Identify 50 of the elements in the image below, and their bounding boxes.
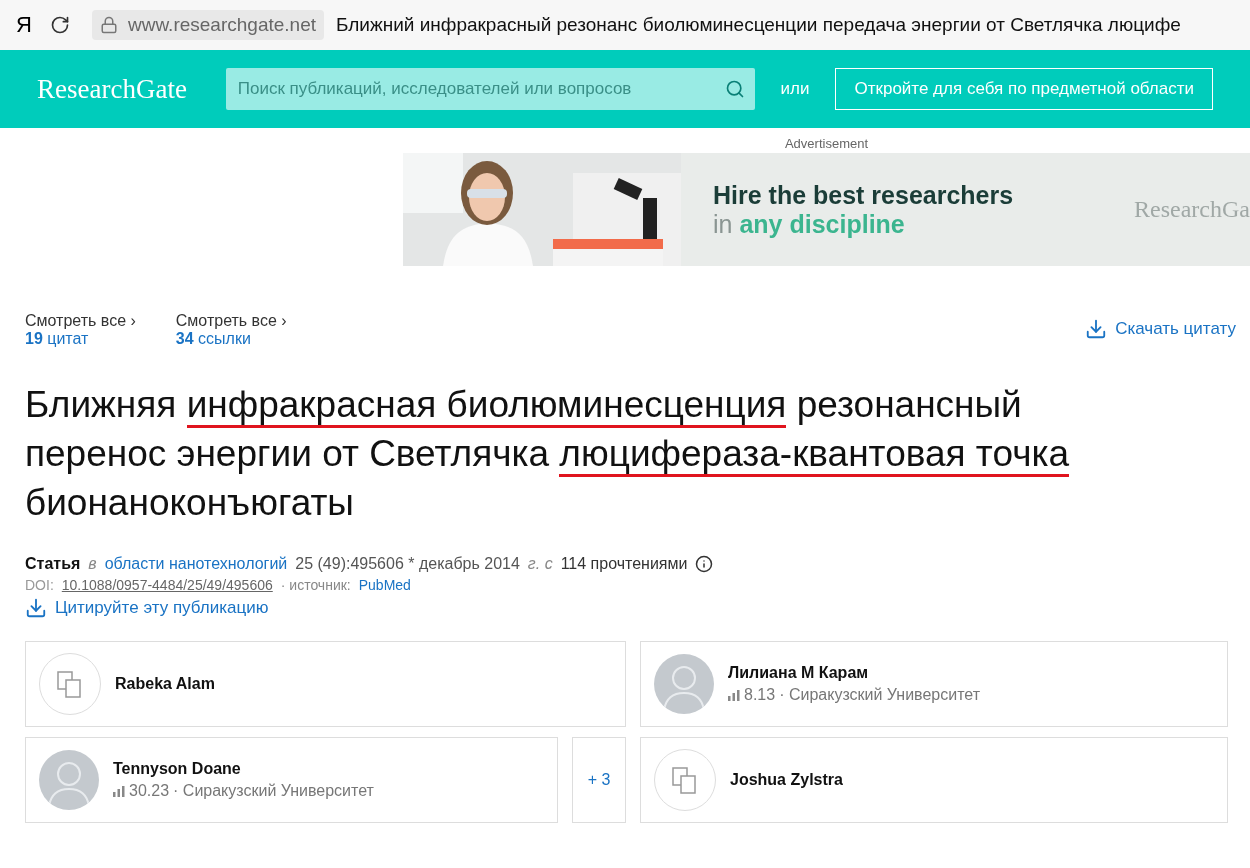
more-authors-button[interactable]: + 3 [572, 737, 626, 823]
search-field[interactable]: Поиск публикаций, исследователей или вопросов [225, 68, 755, 110]
journal-link[interactable]: области нанотехнологий [104, 555, 288, 573]
ad-headline: Hire the best researchers [713, 180, 1015, 210]
download-icon [1085, 318, 1108, 340]
author-name: Rabeka Alam [115, 675, 215, 693]
avatar [39, 750, 99, 810]
author-affiliation: · Сиракузский Университет [779, 686, 980, 704]
author-card[interactable]: Tennyson Doane 30.23 · Сиракузский Университет [25, 737, 558, 823]
author-name: Joshua Zylstra [730, 771, 843, 789]
article-type: Статья [25, 555, 81, 573]
ad-banner[interactable]: Hire the best researchers in any discipline ResearchGa [403, 153, 1250, 266]
year-suffix: г. с [527, 555, 553, 573]
source-label: · источник: [280, 577, 351, 593]
issue-info: 25 (49):495606 * декабрь 2014 [295, 555, 520, 573]
author-score: 30.23 [129, 782, 170, 800]
lock-icon [100, 16, 118, 34]
page-title: Ближний инфракрасный резонанс биолюминесценции передача энергии от Светлячка люцифе [336, 14, 1181, 36]
author-name: Tennyson Doane [113, 760, 242, 778]
author-name: Лилиана М Карам [728, 664, 870, 682]
author-card[interactable]: Лилиана М Карам 8.13 · Сиракузский Университет [640, 641, 1228, 727]
author-score: 8.13 [744, 686, 776, 704]
info-icon [695, 555, 714, 573]
author-card[interactable]: Joshua Zylstra [640, 737, 1228, 823]
article-title: Ближняя инфракрасная биолюминесценция резонансный перенос энергии от Светлячка люцифераза-квантовая точка бионаноконъюгаты [25, 383, 1070, 525]
ad-subline: in any discipline [713, 209, 906, 239]
avatar [654, 654, 714, 714]
source-link[interactable]: PubMed [358, 577, 411, 593]
count-link[interactable]: 19 цитат [25, 330, 136, 348]
download-citation-link[interactable]: Скачать цитату [1085, 318, 1236, 340]
cite-link[interactable]: Цитируйте эту публикацию [25, 597, 269, 619]
download-icon [25, 597, 47, 619]
count-link[interactable]: 34 ссылки [175, 330, 287, 348]
address-bar[interactable]: www.researchgate.net [92, 10, 324, 40]
ad-label: Advertisement [784, 136, 869, 151]
browser-logo[interactable]: Я [16, 12, 38, 38]
search-icon[interactable] [724, 79, 745, 99]
doi-label: DOI: [25, 577, 54, 593]
author-affiliation: · Сиракузский Университет [173, 782, 374, 800]
doi-link[interactable]: 10.1088/0957-4484/25/49/495606 [61, 577, 273, 593]
or-label: или [780, 79, 810, 99]
signal-bars-icon [728, 689, 740, 701]
ad-brand: ResearchGa [1134, 196, 1250, 223]
author-card[interactable]: Rabeka Alam [25, 641, 626, 727]
signal-bars-icon [113, 785, 125, 797]
reload-icon[interactable] [50, 15, 70, 35]
reads-count: 114 прочтениями [560, 555, 688, 573]
see-all-link[interactable]: Смотреть все › [175, 312, 287, 330]
in-label: в [88, 555, 97, 573]
see-all-link[interactable]: Смотреть все › [25, 312, 136, 330]
